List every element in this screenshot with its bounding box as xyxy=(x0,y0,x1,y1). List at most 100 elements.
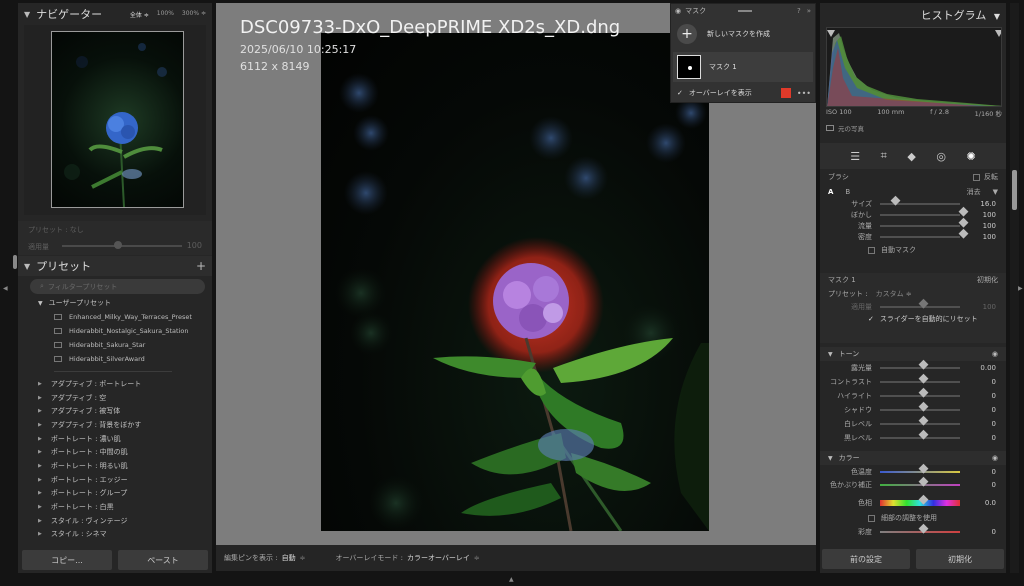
collapse-filmstrip-icon[interactable]: ▲ xyxy=(509,576,514,583)
navigator-header[interactable]: ▼ ナビゲーター 全体 ≑ 100% 300% ≑ xyxy=(18,3,212,25)
preset-group[interactable]: ▶ ポートレート : エッジー xyxy=(18,473,212,487)
preset-amount-slider[interactable] xyxy=(62,245,182,247)
preset-group[interactable]: ▶ スタイル : ヴィンテージ xyxy=(18,514,212,528)
presets-header[interactable]: ▼ プリセット + xyxy=(18,256,212,276)
tone-slider[interactable]: ハイライト 0 xyxy=(820,387,1006,403)
slider-knob[interactable] xyxy=(918,359,929,370)
collapse-icon[interactable]: » xyxy=(807,7,811,15)
preset-group[interactable]: ▶ スタイル : シネマ xyxy=(18,528,212,542)
slider-knob[interactable] xyxy=(918,401,929,412)
slider-knob[interactable] xyxy=(918,523,929,534)
collapse-right-panel-icon[interactable]: ▶ xyxy=(1018,285,1023,292)
slider-value[interactable]: 0 xyxy=(964,392,996,400)
slider-value[interactable]: 16.0 xyxy=(964,200,996,208)
slider-knob[interactable] xyxy=(918,494,929,505)
reset-button[interactable]: 初期化 xyxy=(916,549,1004,569)
slider-track[interactable] xyxy=(880,195,960,206)
tone-slider[interactable]: シャドウ 0 xyxy=(820,401,1006,417)
preset-group[interactable]: ▶ ポートレート : 中間の肌 xyxy=(18,445,212,459)
preset-group[interactable]: ▶ アダプティブ : ポートレート xyxy=(18,377,212,391)
dropdown-icon[interactable]: ≑ xyxy=(300,554,306,562)
tone-slider[interactable]: 露光量 0.00 xyxy=(820,359,1006,375)
slider-track[interactable] xyxy=(880,476,960,487)
slider-knob[interactable] xyxy=(918,387,929,398)
collapse-triangle-icon[interactable]: ▼ xyxy=(994,12,1000,21)
slider-track[interactable] xyxy=(880,429,960,440)
slider-value[interactable]: 100 xyxy=(964,211,996,219)
preset-item[interactable]: Hiderabbit_Sakura_Star xyxy=(18,338,212,352)
checkmark-icon[interactable]: ✓ xyxy=(868,315,874,323)
saturation-slider[interactable]: 彩度 0 xyxy=(820,523,1006,538)
left-scrollbar[interactable] xyxy=(13,255,17,269)
slider-knob[interactable] xyxy=(918,429,929,440)
main-photo[interactable] xyxy=(321,33,709,531)
brush-size-slider[interactable]: サイズ 16.0 xyxy=(820,195,1006,209)
preset-item[interactable]: Hiderabbit_SilverAward xyxy=(18,352,212,366)
eye-icon[interactable]: ◉ xyxy=(992,454,998,462)
eraser-icon[interactable]: ◆ xyxy=(907,150,915,163)
help-icon[interactable]: ? xyxy=(797,7,801,15)
slider-knob[interactable] xyxy=(918,373,929,384)
slider-knob[interactable] xyxy=(918,476,929,487)
copy-button[interactable]: コピー... xyxy=(22,550,112,570)
mask1-amount-slider[interactable]: 適用量 100 xyxy=(820,298,1006,312)
preset-group[interactable]: ▶ ポートレート : 濃い肌 xyxy=(18,432,212,446)
red-eye-icon[interactable]: ◎ xyxy=(936,150,946,163)
create-new-mask-button[interactable]: + 新しいマスクを作成 xyxy=(677,24,770,44)
tone-header[interactable]: ▼ トーン ◉ xyxy=(820,347,1006,361)
slider-track[interactable] xyxy=(880,206,969,217)
preset-group[interactable]: ▶ アダプティブ : 被写体 xyxy=(18,404,212,418)
right-scrollbar-thumb[interactable] xyxy=(1012,170,1017,210)
slider-value[interactable]: 0 xyxy=(964,406,996,414)
slider-track[interactable] xyxy=(880,228,969,239)
fine-adjust-row[interactable]: 細部の調整を使用 xyxy=(820,511,1006,525)
temperature-slider[interactable]: 色温度 0 xyxy=(820,463,1006,478)
tone-slider[interactable]: コントラスト 0 xyxy=(820,373,1006,389)
dropdown-icon[interactable]: ≑ xyxy=(474,554,480,562)
previous-settings-button[interactable]: 前の設定 xyxy=(822,549,910,569)
mask1-preset-select[interactable]: カスタム ≑ xyxy=(876,289,912,299)
slider-value[interactable]: 0 xyxy=(964,434,996,442)
slider-track[interactable] xyxy=(880,217,969,228)
slider-track[interactable] xyxy=(880,463,960,474)
auto-mask-row[interactable]: 自動マスク xyxy=(820,244,1006,256)
edit-pins-select[interactable]: 自動 xyxy=(282,553,296,563)
slider-value[interactable]: 0 xyxy=(964,378,996,386)
auto-reset-row[interactable]: ✓ スライダーを自動的にリセット xyxy=(820,312,1006,326)
preset-item[interactable]: Hiderabbit_Nostalgic_Sakura_Station xyxy=(18,324,212,338)
brush-erase[interactable]: 消去 xyxy=(967,187,981,197)
brush-tab-b[interactable]: B xyxy=(845,188,850,196)
paste-button[interactable]: ペースト xyxy=(118,550,208,570)
add-preset-icon[interactable]: + xyxy=(196,259,206,273)
fine-adjust-checkbox[interactable] xyxy=(868,514,875,522)
histogram-header[interactable]: ヒストグラム ▼ xyxy=(921,7,1000,23)
color-header[interactable]: ▼ カラー ◉ xyxy=(820,451,1006,465)
checkmark-icon[interactable]: ✓ xyxy=(677,89,683,97)
preset-group[interactable]: ▶ アダプティブ : 背景をぼかす xyxy=(18,418,212,432)
dropdown-triangle-icon[interactable]: ▼ xyxy=(993,188,998,196)
preset-group[interactable]: ▶ ポートレート : 白黒 xyxy=(18,500,212,514)
zoom-100[interactable]: 100% xyxy=(157,10,174,19)
overlay-mode-select[interactable]: カラーオーバーレイ xyxy=(407,553,470,563)
preset-group[interactable]: ▶ アダプティブ : 空 xyxy=(18,391,212,405)
slider-track[interactable] xyxy=(880,387,960,398)
drag-handle[interactable] xyxy=(738,10,753,12)
auto-mask-checkbox[interactable] xyxy=(868,246,875,254)
more-options-icon[interactable]: ••• xyxy=(797,89,811,98)
preset-item[interactable]: Enhanced_Milky_Way_Terraces_Preset xyxy=(18,310,212,324)
slider-track[interactable] xyxy=(880,494,960,506)
mask1-amount-value[interactable]: 100 xyxy=(964,303,996,311)
brush-feather-slider[interactable]: ぼかし 100 xyxy=(820,206,1006,220)
slider-value[interactable]: 0.0 xyxy=(964,499,996,507)
mask-panel-header[interactable]: ◉ マスク ? » xyxy=(671,4,815,18)
invert-checkbox[interactable] xyxy=(973,173,980,181)
tint-slider[interactable]: 色かぶり補正 0 xyxy=(820,476,1006,491)
slider-knob[interactable] xyxy=(918,415,929,426)
preset-amount-knob[interactable] xyxy=(114,241,122,249)
collapse-triangle-icon[interactable]: ▼ xyxy=(828,351,833,358)
overlay-color-swatch[interactable] xyxy=(780,88,791,98)
tone-slider[interactable]: 白レベル 0 xyxy=(820,415,1006,431)
slider-value[interactable]: 0 xyxy=(964,420,996,428)
brush-flow-slider[interactable]: 流量 100 xyxy=(820,217,1006,231)
preset-group-user[interactable]: ▼ ユーザープリセット xyxy=(18,296,212,310)
